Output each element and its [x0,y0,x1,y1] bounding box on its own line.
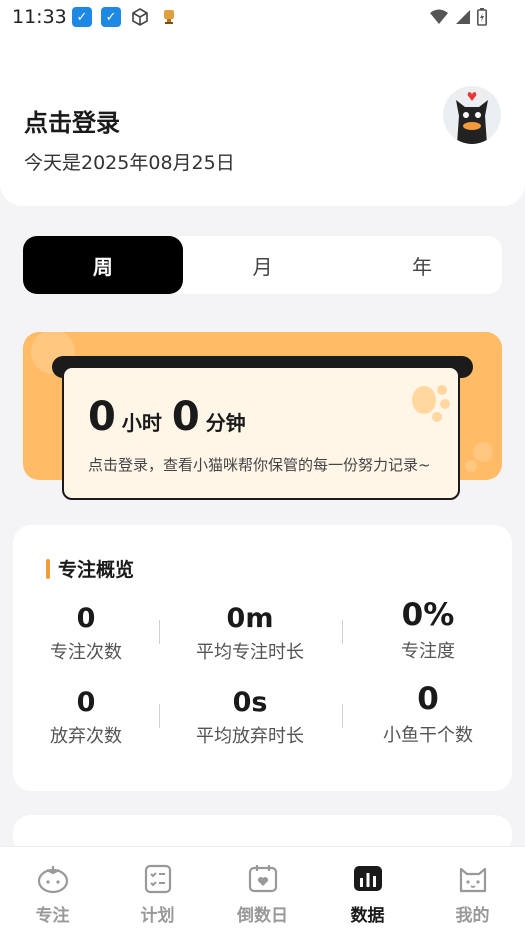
stat-focus-degree: 0% 专注度 [353,597,503,663]
hours-unit: 小时 [121,411,162,435]
stat-value: 0% [401,597,455,633]
nav-countdown[interactable]: 倒数日 [210,847,315,934]
stat-avg-give-up: 0s 平均放弃时长 [175,687,325,748]
minutes-unit: 分钟 [205,411,246,435]
signal-icon [456,10,470,24]
nav-plan[interactable]: 计划 [105,847,210,934]
date-text: 今天是2025年08月25日 [24,152,235,174]
stat-label: 小鱼干个数 [383,725,473,746]
calendar-heart-icon [248,865,277,893]
stat-value: 0 [76,603,96,634]
stat-label: 放弃次数 [50,726,122,747]
notification-icons: ✓ ✓ [72,7,179,27]
divider [342,704,343,728]
minutes-value: 0 [171,394,200,440]
stat-give-up-count: 0 放弃次数 [11,687,161,748]
nav-label: 计划 [140,906,175,926]
notification-app-icon: ✓ [101,7,121,27]
focus-time-panel[interactable]: 0 小时 0 分钟 点击登录，查看小猫咪帮你保管的每一份努力记录~ [62,366,460,500]
notification-app-icon: ✓ [72,7,92,27]
trophy-icon [164,10,174,24]
overview-title: 专注概览 [46,555,134,582]
battery-icon [477,8,487,26]
avatar[interactable] [443,86,501,144]
cube-icon [132,8,148,26]
focus-overview: 专注概览 0 专注次数 0m 平均专注时长 0% 专注度 0 放弃次数 0s 平… [13,525,512,791]
nav-data[interactable]: 数据 [315,847,420,934]
stat-label: 专注次数 [50,642,122,663]
nav-focus[interactable]: 专注 [0,847,105,934]
divider [159,704,160,728]
tab-month[interactable]: 月 [183,236,343,294]
bottom-navigation: 专注 计划 倒数日 数据 我的 [0,846,525,934]
checklist-icon [144,864,171,894]
nav-label: 倒数日 [237,906,288,926]
stat-label: 专注度 [401,641,455,662]
bar-chart-icon [353,866,382,891]
divider [342,620,343,644]
tab-year[interactable]: 年 [342,236,502,294]
tab-week[interactable]: 周 [23,236,183,294]
period-tabs: 周 月 年 [23,236,502,294]
system-status-icons [429,8,487,26]
status-bar: 11:33 ✓ ✓ [0,0,525,36]
status-time: 11:33 [12,6,67,28]
profile-header: 点击登录 今天是2025年08月25日 [0,36,525,206]
cat-avatar-icon [443,86,501,144]
login-link[interactable]: 点击登录 [24,103,120,138]
nav-label: 专注 [35,906,70,926]
hours-value: 0 [88,394,116,440]
stat-label: 平均放弃时长 [196,726,304,747]
overview-title-text: 专注概览 [58,559,135,581]
login-hint: 点击登录，查看小猫咪帮你保管的每一份努力记录~ [88,456,431,474]
title-accent-bar [46,558,50,579]
divider [159,620,160,644]
stat-label: 平均专注时长 [196,642,304,663]
stat-fish-count: 0 小鱼干个数 [353,681,503,747]
stat-value: 0 [76,687,96,718]
tomato-icon [37,866,68,894]
wifi-icon [430,9,448,24]
nav-mine[interactable]: 我的 [420,847,525,934]
stat-avg-focus: 0m 平均专注时长 [175,603,325,664]
cat-face-icon [459,867,486,893]
paw-icon [412,385,450,422]
nav-label: 数据 [350,906,385,926]
stat-value: 0m [226,603,274,634]
focus-total: 0 小时 0 分钟 [88,394,250,440]
stat-focus-count: 0 专注次数 [11,603,161,664]
stat-value: 0 [417,681,439,717]
nav-label: 我的 [455,906,490,926]
stat-value: 0s [232,687,268,718]
